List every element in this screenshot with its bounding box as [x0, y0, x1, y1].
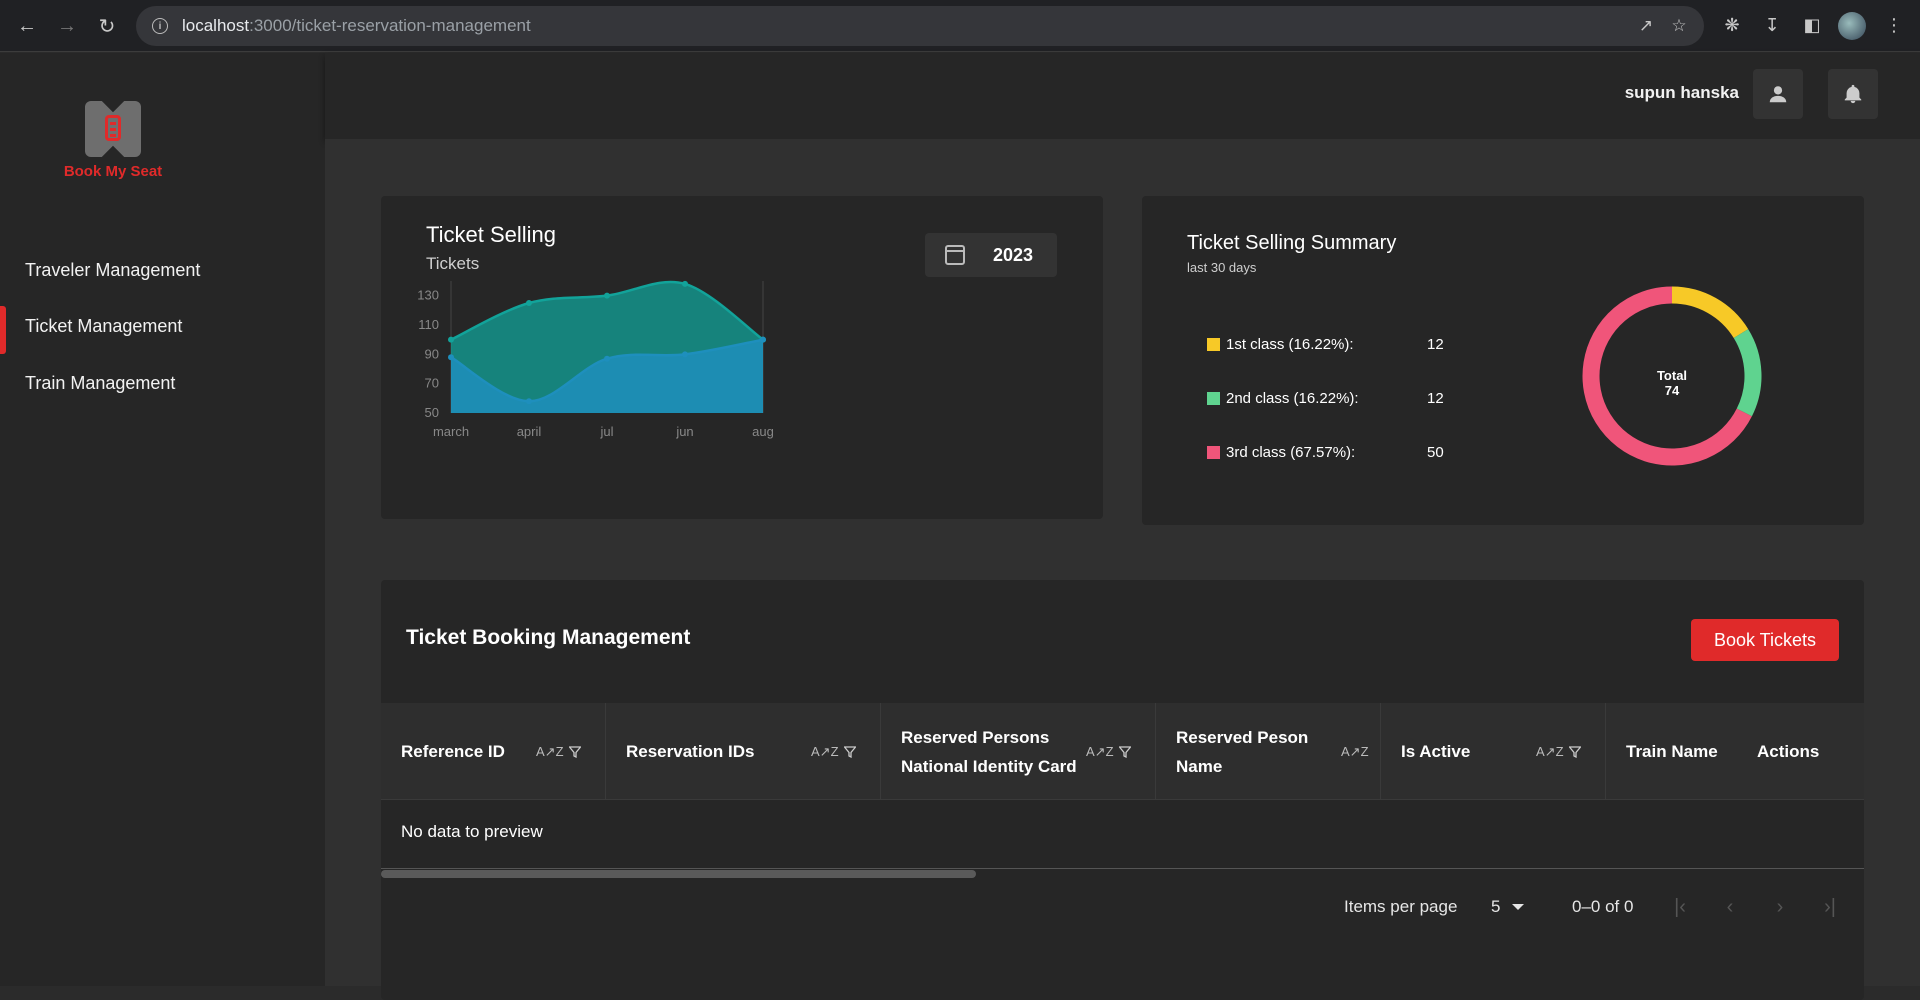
- booking-title: Ticket Booking Management: [406, 626, 691, 649]
- reload-icon[interactable]: ↻: [93, 12, 121, 40]
- address-bar[interactable]: i localhost:3000/ticket-reservation-mana…: [136, 6, 1704, 46]
- sort-az-icon[interactable]: A↗Z: [1536, 737, 1564, 766]
- series-point-1: [682, 280, 688, 287]
- donut-total-label: Total: [1656, 368, 1688, 383]
- table-header: Reference ID A↗Z Reservation IDs A↗Z Res…: [381, 703, 1864, 800]
- url-path: :3000/ticket-reservation-management: [249, 16, 531, 35]
- filter-icon[interactable]: [569, 745, 581, 758]
- series-point-2: [526, 398, 532, 405]
- chevron-down-icon[interactable]: [1512, 904, 1524, 910]
- y-tick-label: 70: [425, 376, 439, 391]
- user-button[interactable]: [1753, 69, 1803, 119]
- user-icon: [1769, 86, 1787, 103]
- filter-icon[interactable]: [844, 745, 856, 758]
- sidebar-item-ticket-management[interactable]: Ticket Management: [0, 306, 325, 354]
- series-point-2: [682, 351, 688, 358]
- back-icon[interactable]: ←: [13, 12, 41, 40]
- series-point-2: [604, 355, 610, 362]
- column-header-reference-id[interactable]: Reference ID A↗Z: [381, 703, 606, 800]
- extensions-icon[interactable]: ❋: [1720, 13, 1744, 37]
- sidebar-item-label: Train Management: [25, 372, 176, 393]
- series-point-2: [760, 336, 766, 343]
- browser-toolbar: ← → ↻ i localhost:3000/ticket-reservatio…: [0, 0, 1920, 52]
- menu-kebab-icon[interactable]: ⋮: [1882, 13, 1906, 37]
- x-tick-label: april: [517, 424, 542, 439]
- column-header-reserved-person-name[interactable]: Reserved Peson Name A↗Z: [1156, 703, 1381, 800]
- column-header-train-name[interactable]: Train Name: [1606, 703, 1737, 800]
- side-panel-icon[interactable]: ◧: [1800, 13, 1824, 37]
- ticket-class-donut-chart: [1582, 286, 1762, 466]
- ticket-booking-card: Ticket Booking Management Book Tickets R…: [381, 580, 1864, 1000]
- first-page-icon[interactable]: |‹: [1667, 894, 1693, 920]
- url-host: localhost: [182, 16, 250, 35]
- column-label: Is Active: [1401, 742, 1471, 761]
- column-label: Actions: [1757, 742, 1820, 761]
- y-tick-label: 110: [418, 317, 439, 332]
- sidebar-item-label: Ticket Management: [25, 315, 183, 336]
- column-label: Reserved Peson Name: [1176, 727, 1309, 776]
- column-label: Reservation IDs: [626, 742, 755, 761]
- sort-az-icon[interactable]: A↗Z: [536, 737, 564, 766]
- bookmark-star-icon[interactable]: ☆: [1669, 16, 1689, 36]
- series-point-1: [604, 292, 610, 299]
- x-tick-label: march: [433, 424, 469, 439]
- x-tick-label: jul: [599, 424, 613, 439]
- previous-page-icon[interactable]: ‹: [1717, 894, 1743, 920]
- filter-icon[interactable]: [1569, 745, 1581, 758]
- items-per-page-select[interactable]: 5: [1491, 897, 1500, 917]
- username: supun hanska: [1624, 83, 1739, 102]
- ticket-selling-area-chart: 50 70 90 110 130 march april jul jun aug: [417, 280, 774, 439]
- sort-az-icon[interactable]: A↗Z: [1086, 737, 1114, 766]
- sort-az-icon[interactable]: A↗Z: [1341, 737, 1369, 766]
- column-label: Train Name: [1626, 742, 1718, 761]
- logo-text: Book My Seat: [63, 163, 163, 180]
- main-content: Ticket Selling Tickets 2023 50 70 90 110 130…: [325, 139, 1920, 1000]
- ticket-summary-card: Ticket Selling Summary last 30 days 1st …: [1142, 196, 1864, 525]
- top-header: supun hanska: [325, 53, 1920, 139]
- column-header-actions: Actions: [1737, 703, 1864, 800]
- x-tick-label: aug: [752, 424, 774, 439]
- profile-avatar[interactable]: [1838, 12, 1866, 40]
- items-per-page-label: Items per page: [1344, 897, 1458, 916]
- column-label: Reserved Persons National Identity Card: [901, 727, 1077, 776]
- book-tickets-button[interactable]: Book Tickets: [1691, 619, 1839, 661]
- donut-slice-2nd-class: [1733, 329, 1762, 417]
- last-page-icon[interactable]: ›|: [1817, 894, 1843, 920]
- x-tick-label: jun: [675, 424, 693, 439]
- notifications-button[interactable]: [1828, 69, 1878, 119]
- empty-table-message: No data to preview: [401, 822, 543, 841]
- series-point-1: [448, 336, 454, 343]
- horizontal-scrollbar[interactable]: [381, 870, 976, 878]
- sort-az-icon[interactable]: A↗Z: [811, 737, 839, 766]
- donut-slice-1st-class: [1671, 286, 1749, 339]
- filter-icon[interactable]: [1119, 745, 1131, 758]
- column-header-reservation-ids[interactable]: Reservation IDs A↗Z: [606, 703, 881, 800]
- pagination-range: 0–0 of 0: [1572, 897, 1634, 916]
- column-label: Reference ID: [401, 742, 505, 761]
- logo-seat-icon: [85, 101, 141, 157]
- column-header-reserved-persons-nic[interactable]: Reserved Persons National Identity Card …: [881, 703, 1156, 800]
- donut-total-value: 74: [1664, 383, 1680, 398]
- y-tick-label: 90: [425, 346, 439, 361]
- share-icon[interactable]: ↗: [1636, 16, 1656, 36]
- sidebar-item-train-management[interactable]: Train Management: [0, 363, 325, 403]
- column-header-is-active[interactable]: Is Active A↗Z: [1381, 703, 1606, 800]
- app-logo: Book My Seat: [58, 101, 168, 180]
- ticket-selling-card: Ticket Selling Tickets 2023 50 70 90 110 130…: [381, 196, 1103, 519]
- bell-icon: [1844, 84, 1862, 104]
- sidebar: Book My Seat Traveler Management Ticket …: [0, 53, 325, 986]
- forward-icon[interactable]: →: [53, 12, 81, 40]
- y-tick-label: 130: [417, 288, 439, 303]
- table-divider: [381, 868, 1864, 869]
- next-page-icon[interactable]: ›: [1767, 894, 1793, 920]
- sidebar-item-traveler-management[interactable]: Traveler Management: [0, 250, 325, 290]
- y-tick-label: 50: [425, 405, 439, 420]
- site-info-icon[interactable]: i: [152, 18, 168, 34]
- download-icon[interactable]: ↧: [1760, 13, 1784, 37]
- series-point-1: [526, 300, 532, 306]
- series-point-2: [448, 354, 454, 361]
- sidebar-item-label: Traveler Management: [25, 259, 201, 280]
- donut-center-label: Total 74: [1632, 368, 1712, 398]
